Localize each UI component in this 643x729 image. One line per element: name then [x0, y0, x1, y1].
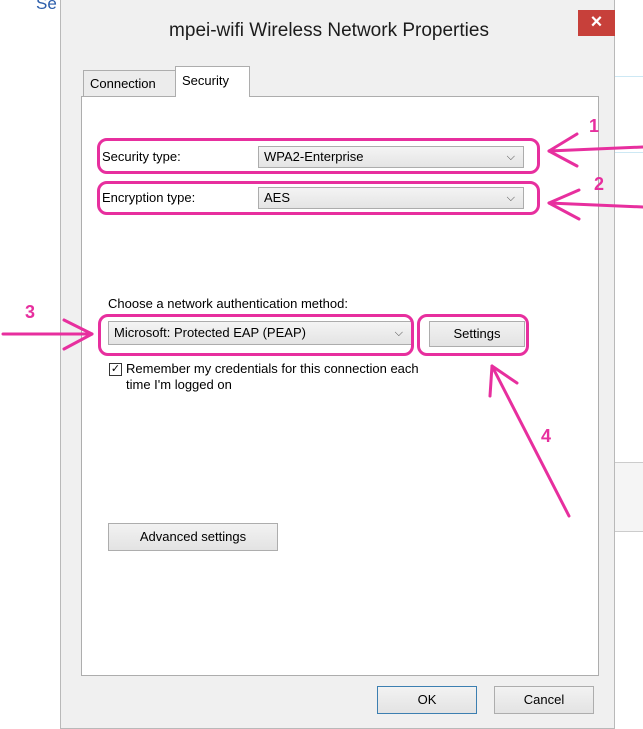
tab-security[interactable]: Security — [175, 66, 250, 97]
annotation-arrow-3 — [1, 318, 94, 351]
annotation-arrow-4 — [488, 364, 571, 518]
annotation-arrow-1 — [547, 132, 643, 168]
annotation-arrow-2 — [547, 188, 643, 221]
tab-security-label: Security — [182, 73, 229, 88]
annotation-arrows — [1, 132, 643, 518]
